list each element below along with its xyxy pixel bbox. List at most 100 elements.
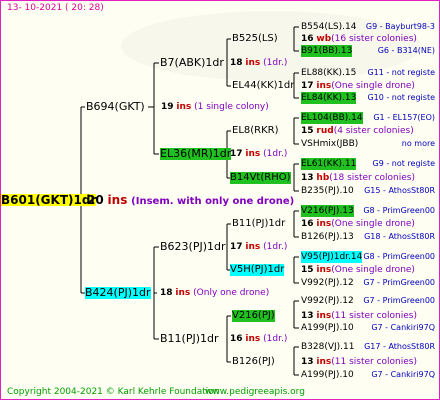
gen2-ins: ins (245, 58, 261, 68)
gen3-ins: ins (316, 357, 332, 367)
gen3-note: (18 sister colonies) (329, 173, 415, 183)
gen4-queen-name: VSHmix(JBB) (301, 139, 359, 149)
gen4-info: G18 - AthosSt80R (364, 232, 435, 241)
gen3-note: (11 sister colonies) (331, 311, 417, 321)
gen3-note: (11 sister colonies) (331, 357, 417, 367)
root-num: 20 (87, 193, 104, 207)
gen3-note: (16 sister colonies) (331, 34, 417, 44)
gen3-ins: ins (316, 219, 332, 229)
gen3-queen-name: V5H(PJ)1dr (230, 264, 285, 276)
gen3-note: (One single drone) (331, 265, 415, 275)
gen4-queen-name: EL84(KK).13 (301, 92, 357, 104)
copyright-text: Copyright 2004-2021 © Karl Kehrle Founda… (7, 387, 220, 397)
gen4-info: G6 - B314(NE) (377, 46, 435, 55)
gen1-num: 19 (161, 102, 174, 112)
website-link[interactable]: www.pedigreeapis.org (205, 387, 305, 397)
gen3-num: 15 (301, 126, 314, 136)
gen3-queen-name: B525(LS) (232, 33, 278, 44)
gen4-queen-name: EL61(KK).11 (301, 158, 357, 170)
gen3-queen-name: B126(PJ) (232, 356, 275, 367)
gen2-num: 17 (230, 149, 243, 159)
gen4-info: G11 - not registe (367, 68, 435, 77)
gen4-info: G9 - Bayburt98-3 (365, 22, 435, 31)
gen2-note: (1dr.) (263, 149, 288, 159)
gen3-note: (One single drone) (331, 81, 415, 91)
gen2-note: (1dr.) (263, 58, 288, 68)
root-note: (Insem. with only one drone) (131, 196, 295, 207)
gen3-ins: ins (316, 311, 332, 321)
gen1-ins: ins (176, 102, 192, 112)
gen4-queen-name: B235(PJ).10 (301, 186, 354, 196)
gen3-stats: 13 ins(11 sister colonies) (301, 310, 417, 322)
gen4-queen-name: A199(PJ).10 (301, 370, 354, 380)
gen4-queen-name: B126(PJ).13 (301, 232, 354, 242)
pedigree-frame: 13- 10-2021 ( 20: 28) B601(GKT)1dr 20 in… (0, 0, 440, 400)
gen2-stats: 17 ins (1dr.) (230, 241, 287, 253)
gen1-stats: 18 ins (Only one drone) (160, 287, 269, 299)
gen3-num: 13 (301, 311, 314, 321)
gen4-info: G10 - not registe (367, 93, 435, 102)
gen2-queen-name: EL36(MR)1dr (160, 147, 232, 160)
gen3-num: 13 (301, 357, 314, 367)
gen2-stats: 16 ins (1dr.) (230, 333, 287, 345)
gen4-info: G7 - Cankiri97Q (371, 370, 435, 379)
gen3-queen-name: V216(PJ) (232, 310, 275, 322)
gen3-ins: hb (316, 173, 330, 183)
gen2-num: 17 (230, 242, 243, 252)
root-ins: ins (107, 193, 128, 207)
gen2-queen-name: B623(PJ)1dr (160, 240, 226, 253)
gen1-ins: ins (175, 288, 191, 298)
gen3-num: 16 (301, 34, 314, 44)
gen3-ins: ins (316, 265, 332, 275)
gen2-num: 18 (230, 58, 243, 68)
gen4-queen-name: V216(PJ).13 (301, 205, 354, 217)
root-stats: 20 ins (Insem. with only one drone) (87, 194, 294, 208)
gen1-queen-name: B694(GKT) (86, 100, 145, 113)
gen2-queen-name: B7(ABK)1dr (160, 56, 224, 69)
gen4-info: no more (401, 139, 435, 148)
gen2-ins: ins (245, 242, 261, 252)
gen2-ins: ins (245, 149, 261, 159)
gen4-info: G17 - AthosSt80R (364, 342, 435, 351)
gen3-queen-name: B14Vt(RHO) (230, 172, 291, 184)
gen4-queen-name: V992(PJ).12 (301, 296, 354, 306)
gen4-info: G7 - Cankiri97Q (371, 323, 435, 332)
gen3-queen-name: EL8(RKR) (232, 125, 279, 136)
gen3-stats: 17 ins(One single drone) (301, 80, 415, 92)
gen3-stats: 13 hb(18 sister colonies) (301, 172, 415, 184)
gen3-ins: rud (316, 126, 334, 136)
gen3-num: 17 (301, 81, 314, 91)
gen4-info: G8 - PrimGreen00 (363, 252, 435, 261)
gen3-stats: 16 ins(One single drone) (301, 218, 415, 230)
gen3-num: 16 (301, 219, 314, 229)
gen1-num: 18 (160, 288, 173, 298)
gen2-num: 16 (230, 334, 243, 344)
gen2-stats: 18 ins (1dr.) (230, 57, 287, 69)
gen4-info: G9 - not registe (372, 159, 435, 168)
gen4-queen-name: A199(PJ).10 (301, 323, 354, 333)
gen1-note: (Only one drone) (193, 288, 270, 298)
gen3-num: 13 (301, 173, 314, 183)
gen3-stats: 16 wb(16 sister colonies) (301, 33, 417, 45)
gen4-queen-name: EL104(BB).14 (301, 112, 363, 124)
gen4-info: G15 - AthosSt80R (364, 186, 435, 195)
gen3-queen-name: EL44(KK)1dr (232, 80, 295, 91)
gen4-queen-name: B328(VJ).11 (301, 342, 355, 352)
root-queen-name: B601(GKT)1dr (1, 193, 97, 207)
gen1-stats: 19 ins (1 single colony) (161, 101, 269, 113)
gen4-queen-name: V95(PJ)1dr.14 (301, 251, 363, 263)
date-stamp: 13- 10-2021 ( 20: 28) (7, 3, 104, 13)
gen3-queen-name: B11(PJ)1dr (232, 218, 286, 229)
gen4-queen-name: V992(PJ).12 (301, 278, 354, 288)
gen2-ins: ins (245, 334, 261, 344)
gen2-note: (1dr.) (263, 242, 288, 252)
gen4-queen-name: B91(BB).13 (301, 45, 353, 57)
gen2-note: (1dr.) (263, 334, 288, 344)
gen3-stats: 13 ins(11 sister colonies) (301, 356, 417, 368)
gen2-queen-name: B11(PJ)1dr (160, 332, 219, 345)
gen4-info: G7 - PrimGreen00 (363, 278, 435, 287)
gen3-ins: wb (316, 34, 332, 44)
gen3-note: (One single drone) (331, 219, 415, 229)
gen4-info: G7 - PrimGreen00 (363, 296, 435, 305)
gen4-queen-name: EL88(KK).15 (301, 68, 357, 78)
